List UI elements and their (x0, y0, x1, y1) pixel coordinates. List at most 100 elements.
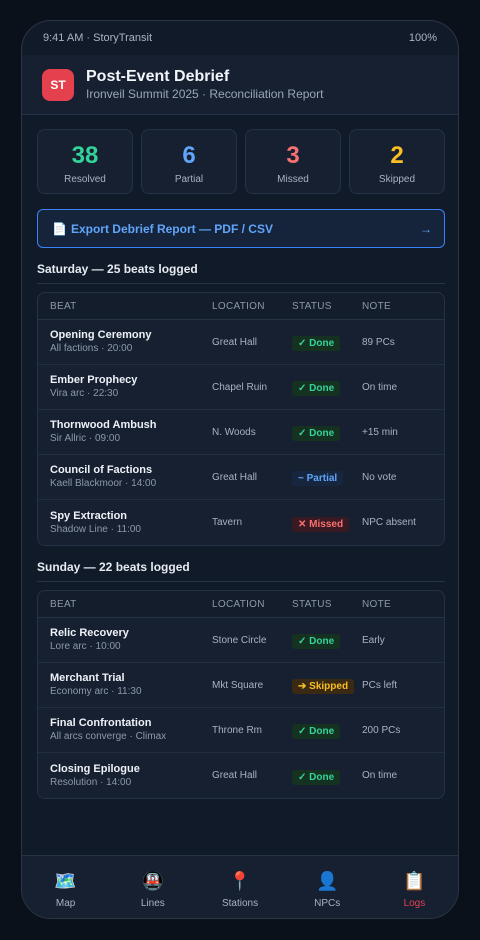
table-row[interactable]: Spy Extraction Shadow Line · 11:00 Tavern ✕… (38, 500, 444, 545)
beat-cell: Opening Ceremony All factions · 20:00 (38, 329, 212, 355)
note-cell: On time (362, 381, 398, 393)
beat-cell: Thornwood Ambush Sir Allric · 09:00 (38, 419, 212, 445)
app-header: ST Post-Event Debrief Ironveil Summit 20… (22, 55, 458, 115)
app-logo: ST (42, 68, 74, 101)
stat-label: Resolved (64, 174, 106, 185)
nav-tab-lines[interactable]: 🚇 Lines (109, 856, 196, 918)
status-cell: ✓ Done (292, 423, 362, 441)
column-header-beat: BEAT (50, 300, 77, 312)
beat-cell: Spy Extraction Shadow Line · 11:00 (38, 510, 212, 536)
table-row[interactable]: Merchant Trial Economy arc · 11:30 Mkt Squ… (38, 663, 444, 708)
page-subtitle: Ironveil Summit 2025 · Reconciliation Re… (86, 87, 324, 101)
status-badge: ✓ Done (292, 336, 341, 351)
metro-icon: 🚇 (141, 871, 165, 891)
phone-frame: 9:41 AM · StoryTransit 100% ST Post-Even… (21, 20, 459, 919)
beat-cell: Closing Epilogue Resolution · 14:00 (38, 763, 212, 789)
beat-subtitle: Sir Allric · 09:00 (50, 433, 121, 444)
table-row[interactable]: Closing Epilogue Resolution · 14:00 Great … (38, 753, 444, 798)
table-header: BEAT LOCATION STATUS NOTE (38, 293, 444, 320)
nav-tab-stations[interactable]: 📍 Stations (196, 856, 283, 918)
location-cell: N. Woods (212, 426, 256, 438)
section-title-sunday: Sunday — 22 beats logged (37, 560, 445, 582)
stat-value: 6 (182, 142, 196, 169)
table-row[interactable]: Final Confrontation All arcs converge · C… (38, 708, 444, 753)
nav-tab-npcs[interactable]: 👤 NPCs (284, 856, 371, 918)
location-cell: Throne Rm (212, 724, 263, 736)
pin-icon: 📍 (228, 871, 252, 891)
beat-name: Closing Epilogue (50, 762, 140, 775)
table-row[interactable]: Relic Recovery Lore arc · 10:00 Stone Circ… (38, 618, 444, 663)
status-badge: ✓ Done (292, 634, 341, 649)
stats-row: 38 Resolved 6 Partial 3 Missed 2 Skipped (37, 129, 445, 194)
nav-tab-label: Logs (403, 898, 426, 909)
table-row[interactable]: Opening Ceremony All factions · 20:00 Grea… (38, 320, 444, 365)
status-badge: ~ Partial (292, 471, 344, 486)
note-cell: On time (362, 770, 398, 781)
location-cell: Chapel Ruin (212, 381, 268, 393)
stat-value: 38 (71, 142, 99, 169)
bottom-nav: 🗺️ Map 🚇 Lines 📍 Stations 👤 NPCs 📋 Logs (22, 855, 458, 918)
export-label: Export Debrief Report — PDF / CSV (70, 221, 273, 236)
status-badge: ✓ Done (292, 769, 341, 785)
map-icon: 🗺️ (54, 871, 77, 891)
status-cell: ✓ Done (292, 333, 362, 351)
stat-value: 2 (390, 142, 404, 169)
location-cell: Great Hall (212, 770, 258, 781)
status-cell: ➔ Skipped (292, 676, 362, 694)
beats-table-saturday: BEAT LOCATION STATUS NOTE Opening Ceremo… (37, 292, 445, 546)
section-title-saturday: Saturday — 25 beats logged (37, 262, 445, 284)
status-cell: ~ Partial (292, 468, 362, 486)
note-cell: 89 PCs (362, 336, 395, 348)
note-cell: NPC absent (362, 517, 416, 528)
status-cell: ✓ Done (292, 767, 362, 785)
beat-subtitle: Kaell Blackmoor · 14:00 (50, 478, 157, 489)
table-row[interactable]: Ember Prophecy Vira arc · 22:30 Chapel Rui… (38, 365, 444, 410)
beat-name: Merchant Trial (50, 672, 125, 684)
status-badge: ✓ Done (292, 426, 341, 441)
status-cell: ✓ Done (292, 378, 362, 396)
person-icon: 👤 (316, 871, 339, 891)
nav-tab-logs[interactable]: 📋 Logs (371, 856, 458, 918)
beats-table-sunday: BEAT LOCATION STATUS NOTE Relic Recovery… (37, 590, 445, 799)
column-header-note: NOTE (362, 598, 391, 610)
column-header-status: STATUS (292, 598, 332, 610)
note-cell: 200 PCs (362, 724, 401, 736)
battery-level: 100% (408, 32, 437, 44)
nav-tab-label: Stations (221, 898, 259, 909)
status-badge: ✕ Missed (292, 516, 350, 532)
column-header-note: NOTE (362, 300, 391, 312)
beat-subtitle: Shadow Line · 11:00 (50, 523, 141, 535)
nav-tab-map[interactable]: 🗺️ Map (22, 856, 109, 918)
location-cell: Great Hall (212, 336, 258, 348)
location-cell: Tavern (212, 517, 243, 528)
table-row[interactable]: Council of Factions Kaell Blackmoor · 14:… (38, 455, 444, 500)
beat-subtitle: Resolution · 14:00 (50, 776, 132, 788)
document-icon: 📄 (52, 221, 67, 236)
nav-tab-label: Map (55, 898, 76, 909)
stat-card-skipped: 2 Skipped (349, 129, 445, 194)
beat-subtitle: Economy arc · 11:30 (50, 686, 142, 697)
column-header-location: LOCATION (212, 300, 265, 312)
beat-cell: Merchant Trial Economy arc · 11:30 (38, 672, 212, 698)
table-header: BEAT LOCATION STATUS NOTE (38, 591, 444, 618)
note-cell: PCs left (362, 679, 398, 691)
beat-cell: Relic Recovery Lore arc · 10:00 (38, 627, 212, 653)
beat-name: Relic Recovery (50, 627, 129, 639)
stat-card-missed: 3 Missed (245, 129, 341, 194)
table-row[interactable]: Thornwood Ambush Sir Allric · 09:00 N. Woo… (38, 410, 444, 455)
export-report-button[interactable]: 📄 Export Debrief Report — PDF / CSV → (37, 209, 445, 248)
status-cell: ✕ Missed (292, 514, 362, 532)
stat-value: 3 (286, 142, 300, 169)
beat-name: Council of Factions (50, 464, 153, 476)
status-bar: 9:41 AM · StoryTransit 100% (22, 21, 458, 55)
beat-name: Thornwood Ambush (50, 419, 157, 431)
note-cell: No vote (362, 471, 397, 483)
column-header-location: LOCATION (212, 598, 265, 610)
status-badge: ➔ Skipped (292, 679, 355, 694)
beat-cell: Council of Factions Kaell Blackmoor · 14:… (38, 464, 212, 490)
location-cell: Mkt Square (212, 679, 264, 691)
arrow-right-icon: → (420, 221, 432, 236)
page-title: Post-Event Debrief (86, 68, 230, 85)
note-cell: Early (362, 634, 385, 646)
beat-subtitle: All factions · 20:00 (50, 343, 133, 354)
